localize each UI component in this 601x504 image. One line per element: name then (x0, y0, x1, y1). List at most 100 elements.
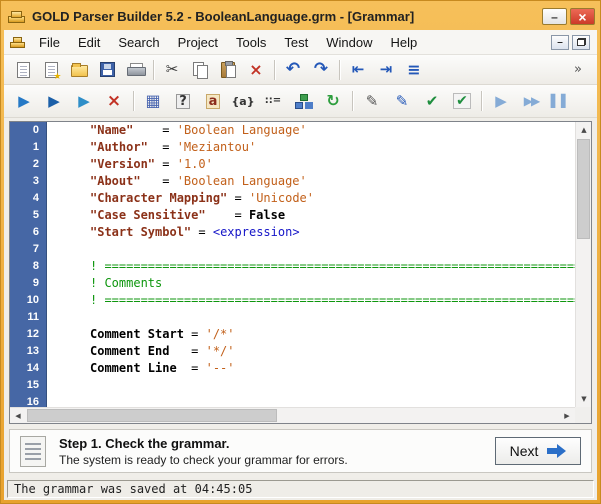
toolbar-overflow-button[interactable]: » (565, 58, 591, 82)
play-document-button[interactable]: ▶ (70, 88, 98, 115)
edit-test-icon: ✎ (396, 94, 409, 109)
vertical-scrollbar-thumb[interactable] (577, 139, 590, 239)
print-button[interactable] (122, 58, 148, 82)
menu-edit[interactable]: Edit (69, 31, 109, 54)
format-source-icon: ≡ (407, 62, 420, 78)
play-icon: ▶ (18, 94, 30, 109)
symbol-tree-button[interactable] (289, 88, 317, 115)
outdent-button[interactable]: ⇤ (345, 58, 371, 82)
toolbar-separator (274, 60, 275, 80)
skip-to-end-button[interactable]: ▶▶ (517, 88, 545, 115)
code-line[interactable] (48, 241, 575, 258)
code-line[interactable]: "Case Sensitive" = False (48, 207, 575, 224)
outdent-icon: ⇤ (352, 62, 365, 77)
indent-button[interactable]: ⇥ (373, 58, 399, 82)
code-line[interactable]: ! ======================================… (48, 258, 575, 275)
play-button[interactable]: ▶ (10, 88, 38, 115)
close-button[interactable]: × (570, 8, 595, 25)
next-button-label: Next (510, 443, 539, 459)
menu-help[interactable]: Help (381, 31, 426, 54)
scroll-up-button[interactable]: ▲ (576, 122, 592, 138)
menu-project[interactable]: Project (169, 31, 227, 54)
scroll-left-button[interactable]: ◀ (10, 408, 26, 424)
line-number: 0 (10, 122, 46, 139)
cut-button[interactable]: ✂ (159, 58, 185, 82)
open-file-button[interactable] (66, 58, 92, 82)
refresh-button[interactable]: ↻ (319, 88, 347, 115)
terminal-symbol-button[interactable]: a (199, 88, 227, 115)
symbol-table-icon: ▦ (145, 93, 160, 109)
symbol-table-button[interactable]: ▦ (139, 88, 167, 115)
menu-test[interactable]: Test (275, 31, 317, 54)
vertical-scrollbar[interactable]: ▲ ▼ (575, 122, 591, 407)
scroll-right-button[interactable]: ▶ (559, 408, 575, 424)
code-line[interactable] (48, 394, 575, 407)
play-alt-button[interactable]: ▶ (40, 88, 68, 115)
grammar-editor[interactable]: 012345678910111213141516 "Name" = 'Boole… (9, 121, 592, 424)
code-line[interactable]: "Start Symbol" = <expression> (48, 224, 575, 241)
toolbar-separator (339, 60, 340, 80)
code-line[interactable]: "Author" = 'Meziantou' (48, 139, 575, 156)
code-line[interactable] (48, 377, 575, 394)
mdi-minimize-button[interactable]: – (551, 35, 569, 50)
line-number: 12 (10, 326, 46, 343)
code-line[interactable]: Comment Line = '--' (48, 360, 575, 377)
code-line[interactable]: ! ======================================… (48, 292, 575, 309)
unknown-symbol-icon: ? (176, 94, 190, 109)
print-icon (127, 63, 144, 77)
restore-icon (577, 38, 586, 46)
indent-icon: ⇥ (380, 62, 393, 77)
menu-file[interactable]: File (30, 31, 69, 54)
mdi-document-icon (10, 35, 26, 49)
format-source-button[interactable]: ≡ (401, 58, 427, 82)
code-line[interactable]: ! Comments (48, 275, 575, 292)
edit-grammar-button[interactable]: ✎ (358, 88, 386, 115)
wizard-step-description: The system is ready to check your gramma… (59, 453, 348, 467)
menu-tools[interactable]: Tools (227, 31, 275, 54)
menu-search[interactable]: Search (109, 31, 168, 54)
scrollbar-corner (575, 407, 591, 423)
next-button[interactable]: Next (495, 437, 581, 465)
code-line[interactable]: "Name" = 'Boolean Language' (48, 122, 575, 139)
horizontal-scrollbar[interactable]: ◀ ▶ (10, 407, 575, 423)
paste-button[interactable] (215, 58, 241, 82)
toolbar-separator (352, 91, 353, 111)
code-line[interactable]: Comment Start = '/*' (48, 326, 575, 343)
line-number: 15 (10, 377, 46, 394)
menu-window[interactable]: Window (317, 31, 381, 54)
pause-button[interactable]: ▌▌ (547, 88, 575, 115)
code-line[interactable]: Comment End = '*/' (48, 343, 575, 360)
line-number: 9 (10, 275, 46, 292)
stop-button[interactable]: × (100, 88, 128, 115)
code-line[interactable]: "Character Mapping" = 'Unicode' (48, 190, 575, 207)
toolbar-overflow-icon: » (574, 63, 582, 76)
code-line[interactable]: "Version" = '1.0' (48, 156, 575, 173)
code-line[interactable] (48, 309, 575, 326)
horizontal-scrollbar-thumb[interactable] (27, 409, 277, 422)
copy-button[interactable] (187, 58, 213, 82)
step-forward-button[interactable]: ▶ (487, 88, 515, 115)
redo-button[interactable]: ↷ (308, 58, 334, 82)
line-number: 1 (10, 139, 46, 156)
new-from-template-button[interactable] (38, 58, 64, 82)
new-document-button[interactable] (10, 58, 36, 82)
line-number: 5 (10, 207, 46, 224)
check-grammar-button[interactable]: ✔ (418, 88, 446, 115)
line-number: 6 (10, 224, 46, 241)
check-all-button[interactable]: ✔ (448, 88, 476, 115)
save-file-button[interactable] (94, 58, 120, 82)
copy-icon (193, 62, 208, 78)
minimize-button[interactable]: – (542, 8, 567, 25)
production-rule-button[interactable]: ::= (259, 88, 287, 115)
code-line[interactable]: "About" = 'Boolean Language' (48, 173, 575, 190)
character-set-button[interactable]: {a} (229, 88, 257, 115)
line-number: 11 (10, 309, 46, 326)
code-area[interactable]: "Name" = 'Boolean Language'"Author" = 'M… (48, 122, 575, 407)
step-forward-icon: ▶ (495, 94, 507, 109)
undo-button[interactable]: ↶ (280, 58, 306, 82)
delete-button[interactable]: × (243, 58, 269, 82)
scroll-down-button[interactable]: ▼ (576, 391, 592, 407)
mdi-restore-button[interactable] (572, 35, 590, 50)
edit-test-button[interactable]: ✎ (388, 88, 416, 115)
unknown-symbol-button[interactable]: ? (169, 88, 197, 115)
